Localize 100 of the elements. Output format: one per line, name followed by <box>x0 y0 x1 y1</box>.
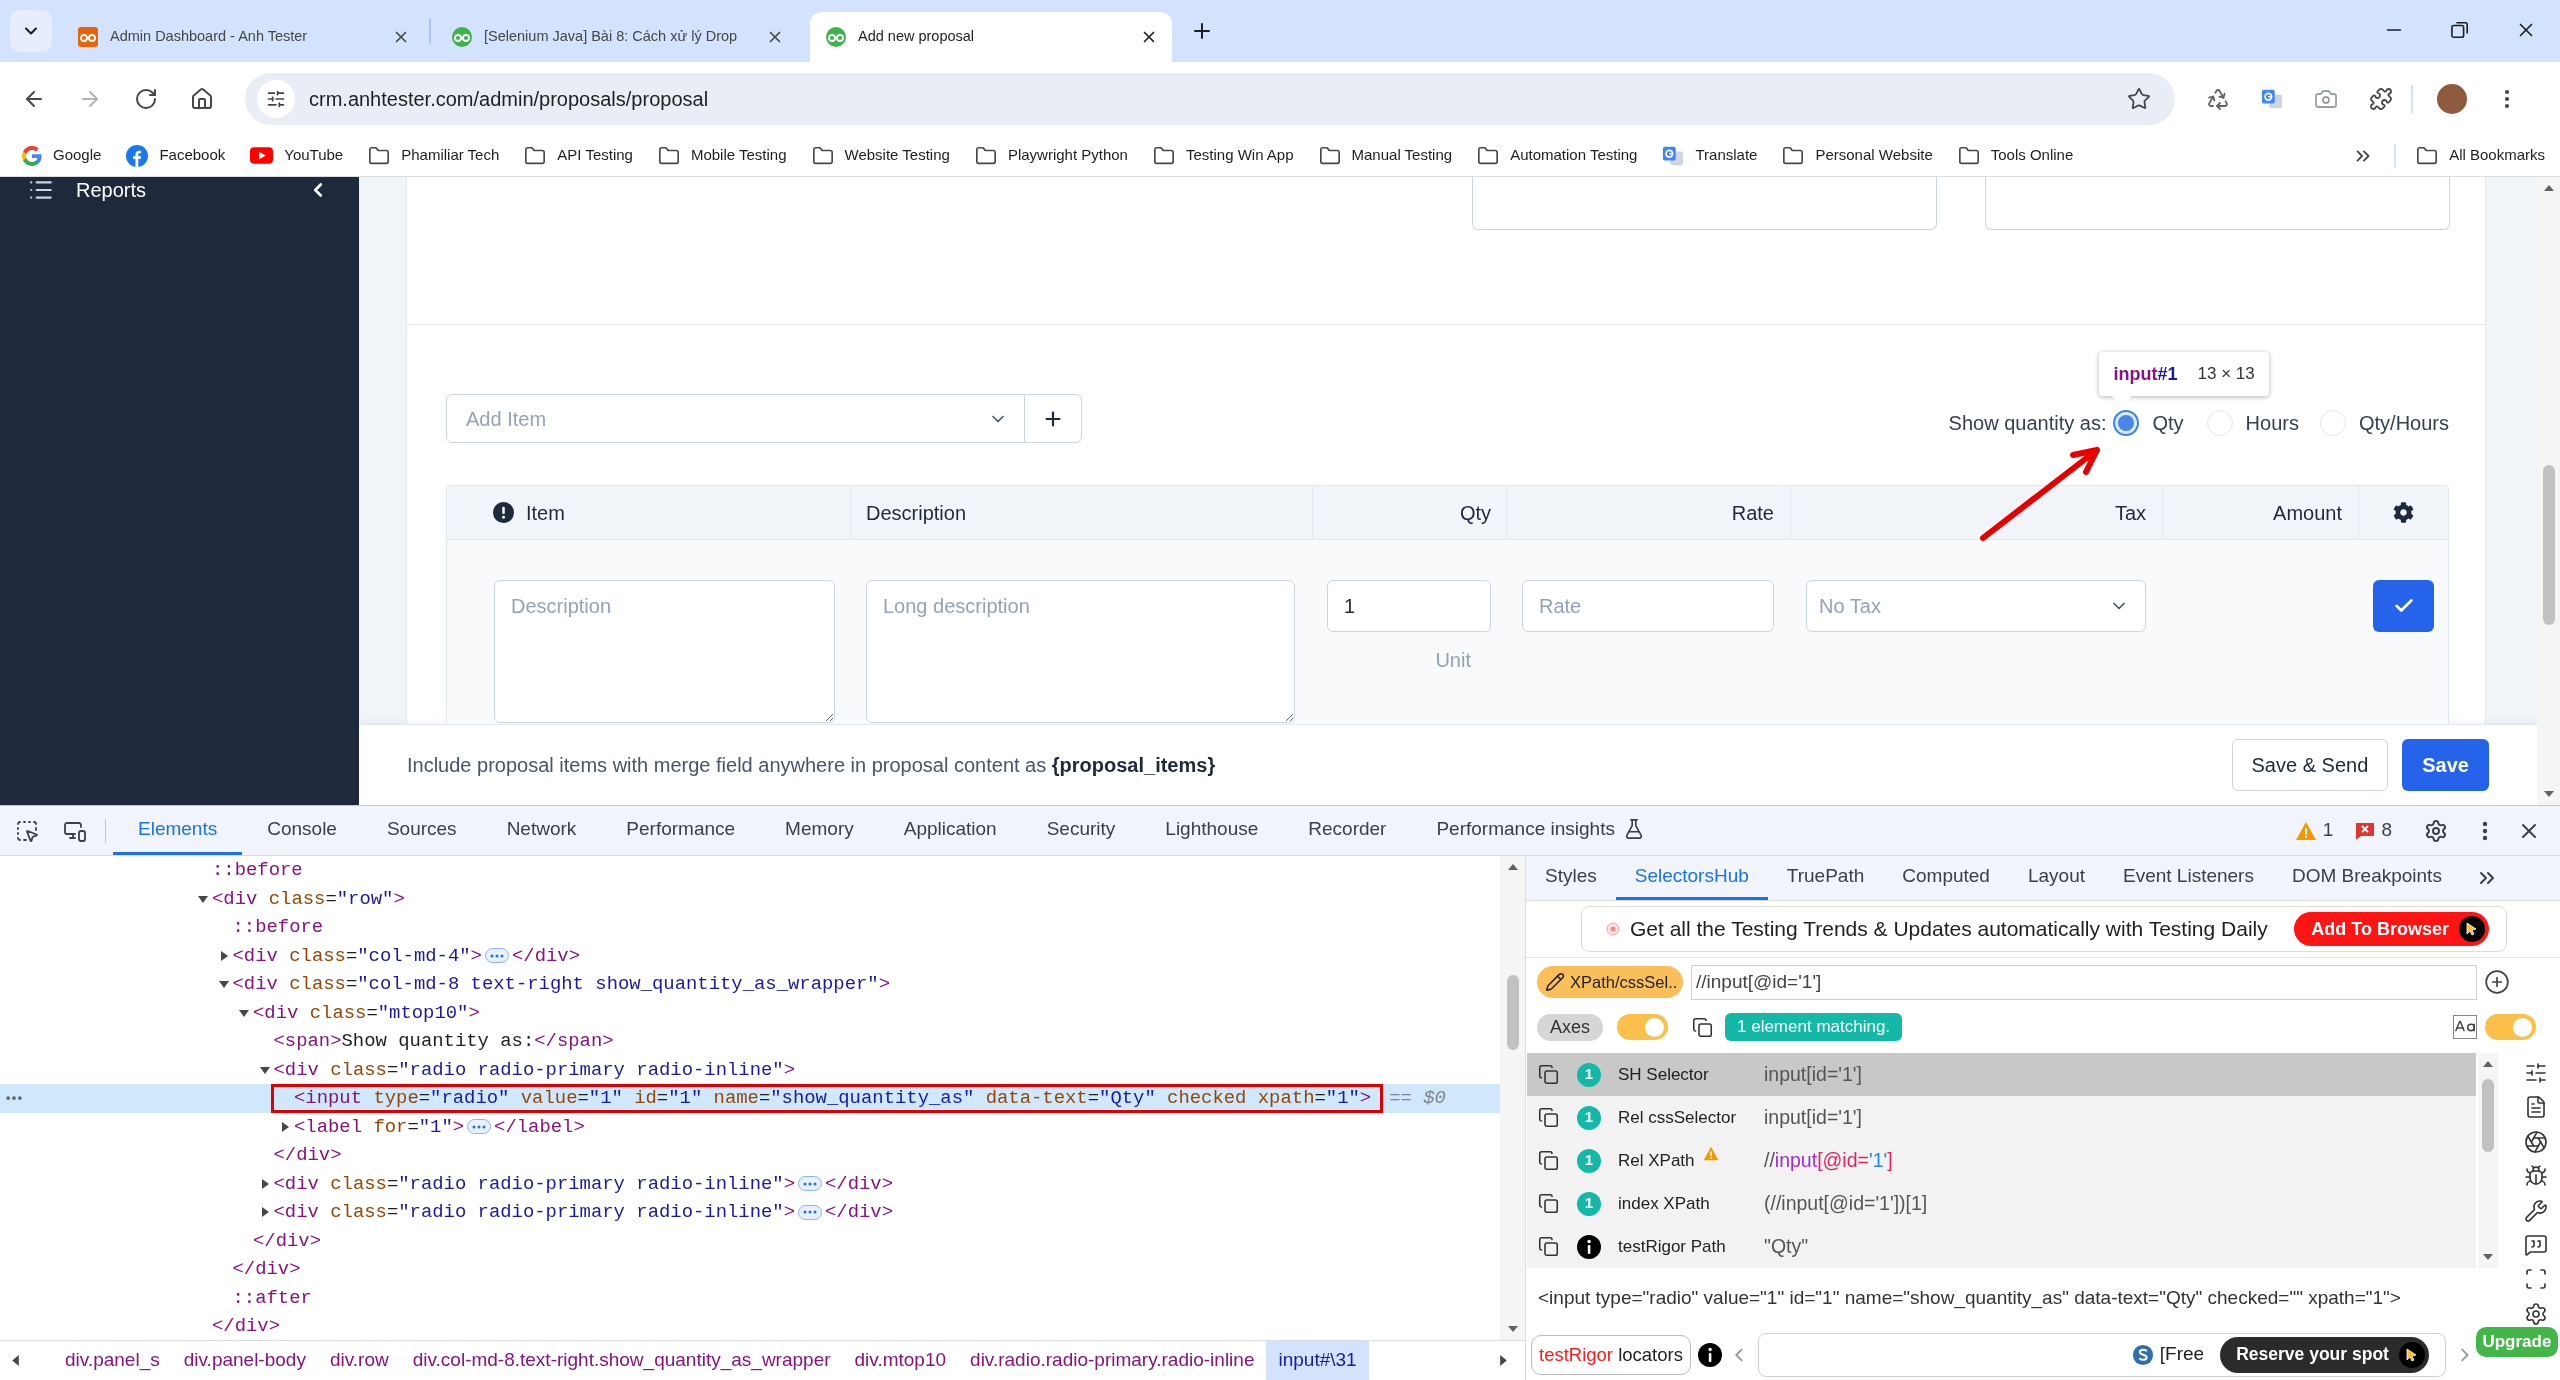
scrollbar-thumb[interactable] <box>2482 1079 2494 1152</box>
rate-field[interactable]: Rate <box>1522 580 1774 632</box>
ellipsis-icon[interactable] <box>484 948 509 964</box>
bookmark-link[interactable]: Personal Website <box>1782 144 1933 167</box>
copy-icon[interactable] <box>1538 1107 1559 1128</box>
breadcrumb[interactable]: div.radio.radio-primary.radio-inline <box>958 1341 1267 1380</box>
mode-button[interactable]: XPath/cssSel.. <box>1537 966 1683 998</box>
scroll-up-icon[interactable] <box>2483 1061 2493 1067</box>
dom-tree-row[interactable]: <div class="col-md-4"> </div> <box>0 941 1500 970</box>
puzzle-icon[interactable] <box>2369 86 2393 111</box>
dom-tree-row[interactable]: ::after <box>0 1283 1500 1312</box>
bookmark-link[interactable]: Manual Testing <box>1318 144 1453 167</box>
breadcrumb[interactable]: input#\31 <box>1266 1341 1369 1380</box>
dom-tree-row[interactable]: </div> <box>0 1312 1500 1340</box>
sidebar-tab[interactable]: Layout <box>2008 856 2104 900</box>
sidebar-tab[interactable]: TruePath <box>1767 856 1884 900</box>
site-settings-icon[interactable] <box>257 79 295 118</box>
star-icon[interactable] <box>2127 86 2151 111</box>
dom-tree-row[interactable]: <div class="mtop10"> <box>0 998 1500 1027</box>
bookmark-link[interactable]: Google <box>22 144 102 167</box>
sidebar-item[interactable]: Reports <box>0 177 359 203</box>
save-and-send-button[interactable]: Save & Send <box>2231 739 2389 791</box>
dom-tree-row[interactable]: <div class="col-md-8 text-right show_quantity_as_wrapper"> <box>0 970 1500 999</box>
breadcrumb[interactable]: div.col-md-8.text-right.show_quantity_as_wrapper <box>400 1341 843 1380</box>
bookmark-link[interactable]: Testing Win App <box>1152 144 1294 167</box>
scroll-down-icon[interactable] <box>1507 1326 1518 1332</box>
reload-icon[interactable] <box>134 86 158 111</box>
bookmark-link[interactable]: Automation Testing <box>1477 144 1638 167</box>
quantity-field[interactable]: 1 <box>1327 580 1491 632</box>
errors-button[interactable]: 8 <box>2355 816 2392 845</box>
locators-button[interactable]: testRigor locators <box>1531 1334 1691 1375</box>
bookmark-link[interactable]: YouTube <box>250 144 344 167</box>
scroll-down-icon[interactable] <box>2483 1254 2493 1260</box>
avatar-icon[interactable] <box>2437 83 2467 114</box>
warnings-button[interactable]: 1 <box>2294 816 2334 845</box>
caret-left-icon[interactable] <box>12 1355 19 1366</box>
scrollbar[interactable] <box>2537 177 2560 805</box>
ellipsis-icon[interactable] <box>798 1204 822 1220</box>
caret-down-icon[interactable] <box>239 1007 249 1018</box>
browser-tab[interactable]: [Selenium Java] Bài 8: Cách xử lý Drop <box>436 12 798 62</box>
wrench-icon[interactable] <box>2523 1198 2548 1223</box>
sidebar-tab[interactable]: Event Listeners <box>2104 856 2273 900</box>
dom-tree-row[interactable]: <input type="radio" value="1" id="1" name="show_quantity_as" data-text="Qty" checked xpath="1"> == $0 <box>0 1084 1500 1113</box>
address-bar[interactable]: crm.anhtester.com/admin/proposals/proposal <box>245 72 2175 125</box>
description-field[interactable]: Description <box>494 580 835 723</box>
radio-button[interactable] <box>2113 410 2140 436</box>
caret-right-icon[interactable] <box>218 950 229 961</box>
devtools-tab[interactable]: Performance <box>601 806 761 855</box>
bookmark-link[interactable]: Facebook <box>126 144 226 167</box>
save-button[interactable]: Save <box>2402 739 2489 791</box>
sidebar-tab[interactable]: Computed <box>1883 856 2009 900</box>
selector-row[interactable]: 1 Rel XPath //input[@id='1'] <box>1527 1139 2476 1182</box>
selector-row[interactable]: 1 SH Selector input[id='1'] <box>1527 1053 2476 1096</box>
copy-icon[interactable] <box>1538 1236 1559 1257</box>
devtools-tab[interactable]: Network <box>481 806 602 855</box>
caret-right-icon[interactable] <box>259 1178 270 1189</box>
ellipsis-icon[interactable] <box>798 1176 822 1192</box>
add-item-select[interactable]: Add Item <box>446 394 1025 443</box>
devtools-tab[interactable]: Application <box>878 806 1022 855</box>
recycle-icon[interactable] <box>2206 86 2230 111</box>
scroll-down-icon[interactable] <box>2543 791 2554 797</box>
bookmark-link[interactable]: Phamiliar Tech <box>368 144 500 167</box>
copy-icon[interactable] <box>1692 1016 1713 1038</box>
bookmark-link[interactable]: Website Testing <box>811 144 950 167</box>
scan-icon[interactable] <box>2523 1267 2548 1292</box>
settings-icon[interactable] <box>2393 502 2414 523</box>
breadcrumb[interactable]: div.panel-body <box>171 1341 318 1380</box>
devtools-tab[interactable]: Recorder <box>1283 806 1412 855</box>
devtools-tab[interactable]: Security <box>1021 806 1141 855</box>
scroll-up-icon[interactable] <box>1507 864 1518 870</box>
aperture-icon[interactable] <box>2523 1129 2548 1154</box>
dom-tree-row[interactable]: <span>Show quantity as:</span> <box>0 1027 1500 1056</box>
sliders-icon[interactable] <box>2523 1061 2548 1085</box>
caret-right-icon[interactable] <box>280 1121 290 1132</box>
quote-icon[interactable] <box>2523 1232 2548 1257</box>
restore-icon[interactable] <box>2451 21 2469 39</box>
long-description-field[interactable]: Long description <box>866 580 1295 723</box>
bookmark-link[interactable]: Tools Online <box>1957 144 2074 167</box>
scrollbar-thumb[interactable] <box>2542 465 2555 625</box>
home-icon[interactable] <box>190 86 214 111</box>
add-item-input[interactable]: Add Item <box>466 403 988 434</box>
devtools-tab[interactable]: Lighthouse <box>1140 806 1284 855</box>
bookmark-link[interactable]: Mobile Testing <box>657 144 787 167</box>
xpath-input[interactable]: //input[@id='1'] <box>1691 964 2477 1000</box>
dom-tree-row[interactable]: </div> <box>0 1141 1500 1170</box>
devtools-tab[interactable]: Memory <box>760 806 879 855</box>
settings-icon[interactable] <box>2424 818 2448 843</box>
bookmark-link[interactable]: Translate <box>1662 144 1758 167</box>
inspect-icon[interactable] <box>15 818 39 843</box>
bookmark-link[interactable]: Playwright Python <box>974 144 1128 167</box>
dom-tree-row[interactable]: <label for="1"> </label> <box>0 1112 1500 1141</box>
case-toggle[interactable] <box>2485 1014 2536 1040</box>
dom-tree-row[interactable]: <div class="radio radio-primary radio-inline"> <box>0 1055 1500 1084</box>
caret-right-icon[interactable] <box>259 1207 270 1218</box>
dom-tree-row[interactable]: ::before <box>0 913 1500 942</box>
bookmark-link[interactable]: All Bookmarks <box>2416 144 2545 167</box>
settings-icon[interactable] <box>2523 1301 2548 1326</box>
scrollbar[interactable] <box>1500 856 1525 1340</box>
browser-tab[interactable]: Admin Dashboard - Anh Tester <box>62 12 424 62</box>
devtools-tab[interactable]: Console <box>242 806 362 855</box>
